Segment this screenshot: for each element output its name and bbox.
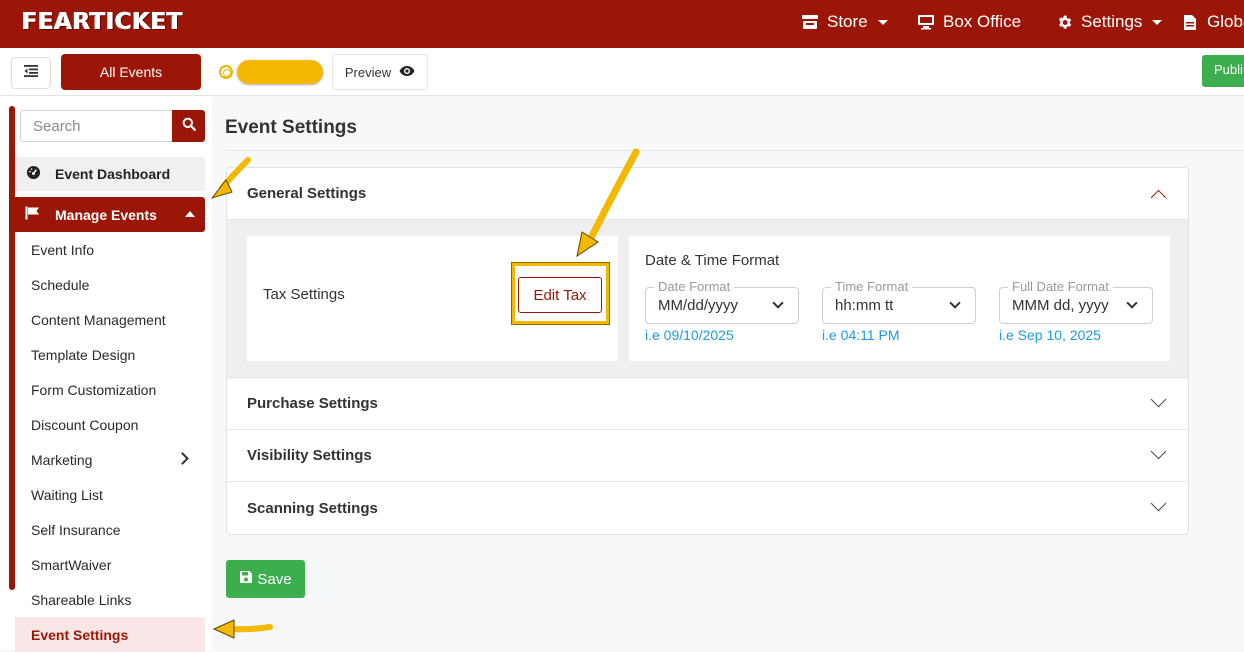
top-navbar: FEARTICKET Store Box Office Settings Glo… <box>0 0 1244 48</box>
tax-settings-label: Tax Settings <box>263 286 345 303</box>
nav-global-label: Globa <box>1207 12 1244 31</box>
event-name-pill[interactable] <box>237 60 323 84</box>
document-icon <box>1181 13 1199 31</box>
nav-store[interactable]: Store <box>801 12 888 32</box>
eye-icon <box>399 65 415 80</box>
chevron-down-icon <box>772 297 784 309</box>
chevron-down-icon <box>1150 391 1167 408</box>
time-format-value: hh:mm tt <box>835 297 894 314</box>
sidebar-item-event-dashboard[interactable]: Event Dashboard <box>15 157 205 191</box>
chevron-down-icon <box>949 297 961 309</box>
menu-toggle-button[interactable] <box>11 57 51 89</box>
section-title: Visibility Settings <box>247 447 372 464</box>
nav-global[interactable]: Globa <box>1181 12 1244 32</box>
coin-icon <box>219 65 233 79</box>
sidebar-item-label: Event Dashboard <box>55 166 171 182</box>
publish-button[interactable]: Publi <box>1202 55 1244 87</box>
event-selector[interactable] <box>219 60 323 84</box>
event-toolbar: All Events Preview Publi <box>0 48 1244 96</box>
save-button[interactable]: Save <box>226 560 305 598</box>
chevron-down-icon <box>1150 443 1167 460</box>
save-icon <box>239 570 253 588</box>
title-divider <box>225 150 1244 151</box>
submenu-item-event-settings[interactable]: Event Settings <box>15 617 205 652</box>
settings-accordion: General Settings Tax Settings Edit Tax D… <box>226 167 1189 535</box>
nav-box-office-label: Box Office <box>943 12 1022 31</box>
store-icon <box>801 13 819 31</box>
date-format-label: Date Format <box>654 279 735 294</box>
full-date-format-example: i.e Sep 10, 2025 <box>999 327 1101 343</box>
nav-store-label: Store <box>827 12 868 31</box>
submenu-item-discount-coupon[interactable]: Discount Coupon <box>15 407 205 442</box>
submenu-item-schedule[interactable]: Schedule <box>15 267 205 302</box>
chevron-down-icon <box>877 19 888 25</box>
gear-icon <box>1055 13 1073 31</box>
scanning-settings-header[interactable]: Scanning Settings <box>227 482 1188 534</box>
preview-label: Preview <box>344 64 392 80</box>
submenu-item-smartwaiver[interactable]: SmartWaiver <box>15 547 205 582</box>
general-settings-body: Tax Settings Edit Tax Date & Time Format… <box>227 220 1188 378</box>
search-input[interactable] <box>20 110 172 142</box>
chevron-right-icon <box>176 452 189 465</box>
save-label: Save <box>257 570 292 588</box>
preview-button[interactable]: Preview <box>332 54 428 90</box>
submenu-item-event-info[interactable]: Event Info <box>15 232 205 267</box>
chevron-down-icon <box>1150 495 1167 512</box>
brand-logo[interactable]: FEARTICKET <box>22 9 183 35</box>
nav-settings-label: Settings <box>1081 12 1143 31</box>
date-time-format-title: Date & Time Format <box>645 252 780 269</box>
submenu-item-shareable-links[interactable]: Shareable Links <box>15 582 205 617</box>
search-icon <box>182 117 196 136</box>
sidebar-item-label: Manage Events <box>55 206 157 223</box>
sidebar-search <box>20 110 205 142</box>
sidebar: Event Dashboard Manage Events Event Info… <box>0 96 212 652</box>
submenu-item-template-design[interactable]: Template Design <box>15 337 205 372</box>
tax-settings-card: Tax Settings Edit Tax <box>247 236 618 361</box>
submenu-item-content-management[interactable]: Content Management <box>15 302 205 337</box>
monitor-icon <box>917 13 935 31</box>
submenu-item-label: Marketing <box>31 451 93 468</box>
chevron-up-icon <box>1150 189 1167 206</box>
section-title: Purchase Settings <box>247 395 378 412</box>
time-format-label: Time Format <box>831 279 913 294</box>
edit-tax-button[interactable]: Edit Tax <box>518 277 602 313</box>
page-title: Event Settings <box>225 117 357 138</box>
submenu-item-waiting-list[interactable]: Waiting List <box>15 477 205 512</box>
chevron-down-icon <box>1152 19 1163 25</box>
date-format-select[interactable]: Date Format MM/dd/yyyy <box>645 279 799 324</box>
section-title: General Settings <box>247 185 367 202</box>
submenu-item-form-customization[interactable]: Form Customization <box>15 372 205 407</box>
general-settings-header[interactable]: General Settings <box>227 168 1188 220</box>
visibility-settings-header[interactable]: Visibility Settings <box>227 430 1188 482</box>
purchase-settings-header[interactable]: Purchase Settings <box>227 378 1188 430</box>
time-format-select[interactable]: Time Format hh:mm tt <box>822 279 976 324</box>
submenu-item-marketing[interactable]: Marketing <box>15 442 205 477</box>
flag-icon <box>25 206 41 223</box>
caret-up-icon <box>185 211 195 217</box>
full-date-format-select[interactable]: Full Date Format MMM dd, yyyy <box>999 279 1153 324</box>
full-date-format-value: MMM dd, yyyy <box>1012 297 1109 314</box>
date-format-value: MM/dd/yyyy <box>658 297 739 314</box>
manage-events-submenu: Event Info Schedule Content Management T… <box>15 232 205 652</box>
nav-settings[interactable]: Settings <box>1055 12 1163 32</box>
time-format-example: i.e 04:11 PM <box>822 327 900 343</box>
dashboard-icon <box>26 165 41 183</box>
arrow-to-event-settings <box>212 619 273 639</box>
nav-box-office[interactable]: Box Office <box>917 12 1021 32</box>
date-format-example: i.e 09/10/2025 <box>645 327 734 343</box>
sidebar-item-manage-events[interactable]: Manage Events <box>15 197 205 232</box>
submenu-item-self-insurance[interactable]: Self Insurance <box>15 512 205 547</box>
chevron-down-icon <box>1126 297 1138 309</box>
date-time-format-card: Date & Time Format Date Format MM/dd/yyy… <box>629 236 1170 361</box>
menu-toggle-icon <box>23 64 39 83</box>
full-date-format-label: Full Date Format <box>1008 279 1113 294</box>
section-title: Scanning Settings <box>247 499 378 517</box>
search-button[interactable] <box>172 110 205 142</box>
all-events-button[interactable]: All Events <box>61 54 201 90</box>
